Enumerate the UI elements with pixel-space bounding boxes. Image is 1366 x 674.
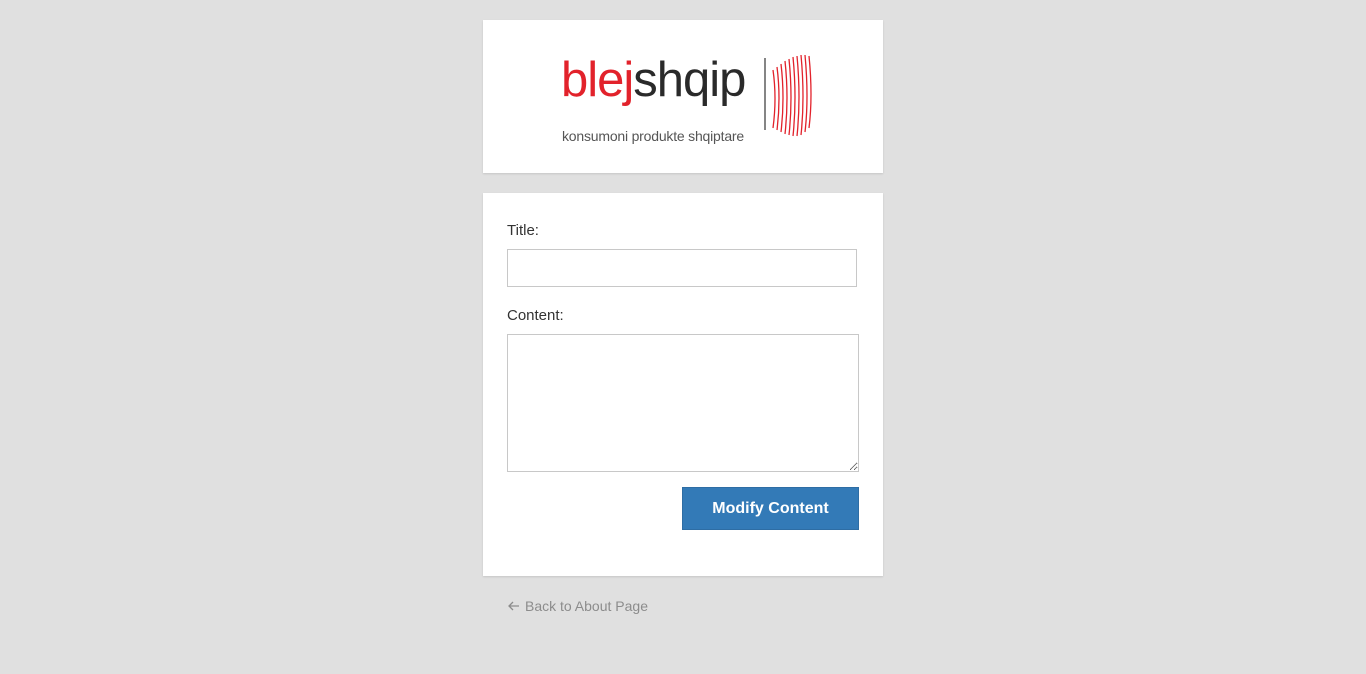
content-label: Content: bbox=[507, 307, 564, 324]
back-to-about-link[interactable]: Back to About Page bbox=[507, 598, 648, 614]
arrow-left-icon bbox=[508, 601, 519, 611]
logo-word-dark: shqip bbox=[633, 53, 746, 107]
logo-tagline: konsumoni produkte shqiptare bbox=[562, 128, 744, 144]
content-textarea[interactable] bbox=[507, 334, 859, 472]
title-label: Title: bbox=[507, 222, 539, 239]
logo-word-red: blej bbox=[561, 53, 634, 107]
title-input[interactable] bbox=[507, 249, 857, 287]
logo-wordmark: blejshqip bbox=[561, 50, 746, 110]
content-form: Title: Content: Modify Content bbox=[483, 193, 883, 576]
modify-content-button[interactable]: Modify Content bbox=[682, 487, 859, 530]
logo-card: blejshqip konsumoni produkte shqiptare bbox=[483, 20, 883, 173]
logo-mark-icon bbox=[764, 54, 812, 137]
brand-logo: blejshqip konsumoni produkte shqiptare bbox=[561, 48, 821, 144]
back-link-label: Back to About Page bbox=[525, 598, 648, 614]
